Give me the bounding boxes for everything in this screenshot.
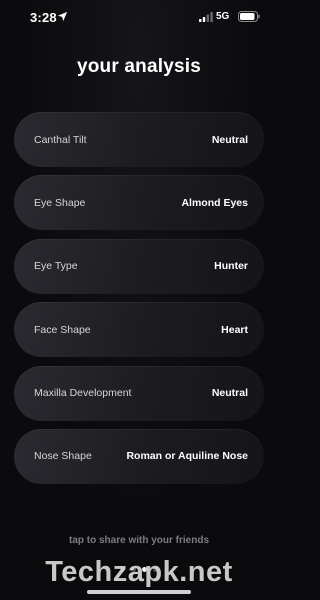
card-label: Eye Shape — [34, 196, 86, 209]
page-title: your analysis — [76, 56, 202, 77]
card-value: Heart — [221, 323, 248, 336]
watermark: Techzapk.net — [45, 556, 233, 588]
page-dot[interactable] — [153, 567, 158, 572]
share-hint[interactable]: tap to share with your friends — [0, 535, 278, 546]
page-dot[interactable] — [120, 567, 125, 572]
card-value: Hunter — [214, 260, 248, 273]
card-label: Nose Shape — [34, 450, 92, 463]
location-arrow-icon — [57, 11, 68, 22]
status-time: 3:28 — [30, 10, 57, 25]
page-dot-active[interactable] — [142, 567, 147, 572]
card-value: Neutral — [211, 387, 248, 400]
card-label: Canthal Tilt — [34, 133, 87, 146]
page-dot[interactable] — [131, 567, 136, 572]
analysis-card-maxilla-development[interactable]: Maxilla Development Neutral — [14, 365, 264, 421]
home-indicator[interactable] — [87, 590, 191, 594]
analysis-card-eye-shape[interactable]: Eye Shape Almond Eyes — [14, 175, 264, 231]
signal-bars-icon — [199, 12, 213, 22]
card-value: Almond Eyes — [181, 196, 248, 209]
card-value: Neutral — [211, 133, 248, 146]
network-type-label: 5G — [216, 11, 230, 22]
card-label: Eye Type — [34, 260, 78, 273]
analysis-card-eye-type[interactable]: Eye Type Hunter — [14, 238, 264, 294]
card-value: Roman or Aquiline Nose — [126, 450, 248, 463]
card-label: Face Shape — [34, 323, 91, 336]
page-indicator[interactable] — [0, 567, 278, 572]
analysis-card-face-shape[interactable]: Face Shape Heart — [14, 302, 264, 358]
status-bar: 3:28 5G — [0, 0, 278, 34]
card-label: Maxilla Development — [34, 387, 132, 400]
analysis-card-nose-shape[interactable]: Nose Shape Roman or Aquiline Nose — [14, 428, 264, 484]
battery-icon — [238, 11, 260, 22]
analysis-list: Canthal Tilt Neutral Eye Shape Almond Ey… — [14, 112, 264, 492]
analysis-card-canthal-tilt[interactable]: Canthal Tilt Neutral — [14, 112, 264, 167]
